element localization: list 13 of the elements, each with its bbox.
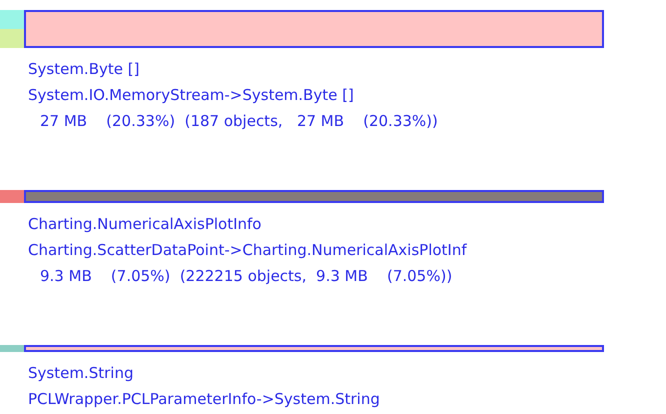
segment-swatch-drawing [0,190,24,203]
type-name: System.String [28,363,134,384]
type-name: Charting.NumericalAxisPlotInfo [28,214,262,235]
type-name: System.Byte [] [28,59,140,80]
reference-path: Charting.ScatterDataPoint->Charting.NumericalAxisPlotInf [28,240,468,261]
reference-path: PCLWrapper.PCLParameterInfo->System.String [28,389,381,410]
size-stats: 9.3 MB (7.05%) (222215 objects, 9.3 MB (7.05%)) [39,266,454,287]
size-bar[interactable] [24,10,604,48]
size-stats: 27 MB (20.33%) (187 objects, 27 MB (20.33%)) [39,111,439,132]
reference-path: System.IO.MemoryStream->System.Byte [] [28,85,355,106]
segment-swatch-drawing [0,345,24,352]
size-bar[interactable] [24,345,604,352]
segment-swatch-drawing [0,10,24,48]
